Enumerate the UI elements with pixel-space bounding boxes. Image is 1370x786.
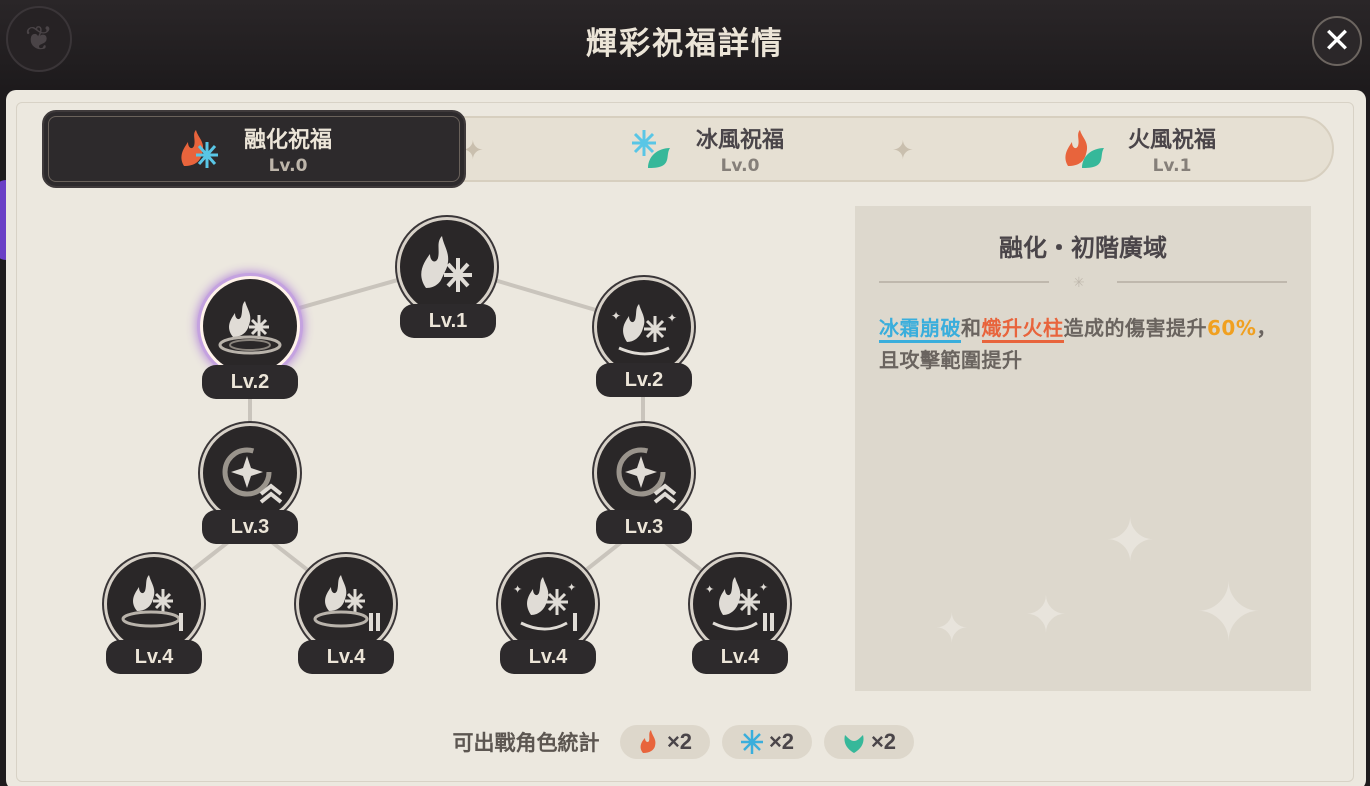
talent-node-root[interactable] bbox=[397, 217, 497, 317]
node-level-tag: Lv.3 bbox=[596, 510, 692, 544]
node-level-tag: Lv.4 bbox=[692, 640, 788, 674]
sparkle-decoration-icon: ✦ bbox=[1025, 586, 1067, 644]
talent-node-right-tier2[interactable]: ✦ ✦ bbox=[594, 277, 694, 377]
sparkle-decoration-icon: ✦ bbox=[935, 606, 969, 652]
party-stats-label: 可出戰角色統計 bbox=[452, 731, 600, 755]
count-value: ×2 bbox=[666, 729, 693, 754]
melt-emblem-icon bbox=[421, 236, 472, 294]
element-count-cryo: ×2 bbox=[721, 725, 812, 759]
node-level-tag: Lv.4 bbox=[106, 640, 202, 674]
node-level-tag: Lv.2 bbox=[202, 365, 298, 399]
svg-text:✦: ✦ bbox=[759, 581, 768, 594]
upgrade-star-icon bbox=[222, 447, 283, 504]
svg-text:✦: ✦ bbox=[705, 583, 714, 596]
talent-node-right-tier3[interactable] bbox=[594, 423, 694, 523]
talent-node-right-tier4b[interactable]: ✦ ✦ bbox=[690, 554, 790, 654]
cryo-icon bbox=[740, 730, 763, 754]
desc-text: 和 bbox=[961, 316, 982, 340]
talent-node-right-tier4a[interactable]: ✦ ✦ bbox=[498, 554, 598, 654]
pyro-icon bbox=[640, 730, 656, 753]
desc-text: 造成的傷害提升 bbox=[1063, 316, 1207, 340]
bonus-value: 60% bbox=[1207, 316, 1257, 340]
melt-pillar-icon: ✦ ✦ bbox=[611, 304, 677, 356]
count-value: ×2 bbox=[870, 729, 897, 754]
melt-area-ii-icon bbox=[313, 575, 380, 631]
talent-node-left-tier2[interactable] bbox=[200, 276, 300, 376]
node-level-tag: Lv.4 bbox=[500, 640, 596, 674]
talent-node-left-tier4a[interactable] bbox=[104, 554, 204, 654]
keyword-pyro: 熾升火柱 bbox=[981, 316, 1064, 343]
sparkle-decoration-icon: ✦ bbox=[1195, 566, 1263, 659]
detail-description: 冰霜崩破和熾升火柱造成的傷害提升60%，且攻擊範圍提升 bbox=[879, 312, 1289, 376]
count-value: ×2 bbox=[768, 729, 795, 754]
node-level-tag: Lv.3 bbox=[202, 510, 298, 544]
melt-area-i-icon bbox=[121, 575, 183, 631]
upgrade-star-icon bbox=[616, 447, 677, 504]
melt-area-icon bbox=[218, 301, 282, 355]
svg-text:✦: ✦ bbox=[611, 309, 621, 323]
svg-text:✦: ✦ bbox=[567, 581, 576, 594]
blessing-detail-card: ✦ ✦ ✦ ✦ 融化・初階廣域 ✳ 冰霜崩破和熾升火柱造成的傷害提升60%，且攻… bbox=[855, 206, 1311, 691]
element-count-anemo: ×2 bbox=[823, 725, 914, 759]
melt-pillar-ii-icon: ✦ ✦ bbox=[705, 577, 774, 631]
svg-text:✦: ✦ bbox=[667, 311, 677, 325]
sparkle-decoration-icon: ✦ bbox=[1105, 506, 1156, 576]
node-level-tag: Lv.4 bbox=[298, 640, 394, 674]
element-count-pyro: ×2 bbox=[619, 725, 710, 759]
svg-text:✦: ✦ bbox=[513, 583, 522, 596]
talent-node-left-tier4b[interactable] bbox=[296, 554, 396, 654]
party-stats-bar: 可出戰角色統計 ×2 ×2 ×2 bbox=[6, 712, 1366, 772]
anemo-icon bbox=[844, 735, 864, 753]
node-level-tag: Lv.1 bbox=[400, 304, 496, 338]
ornament-divider: ✳ bbox=[879, 275, 1287, 290]
svg-text:✳: ✳ bbox=[1073, 275, 1085, 290]
talent-node-left-tier3[interactable] bbox=[200, 423, 300, 523]
keyword-cryo: 冰霜崩破 bbox=[879, 316, 961, 343]
node-level-tag: Lv.2 bbox=[596, 363, 692, 397]
detail-title: 融化・初階廣域 bbox=[999, 234, 1167, 262]
melt-pillar-i-icon: ✦ ✦ bbox=[513, 577, 577, 631]
